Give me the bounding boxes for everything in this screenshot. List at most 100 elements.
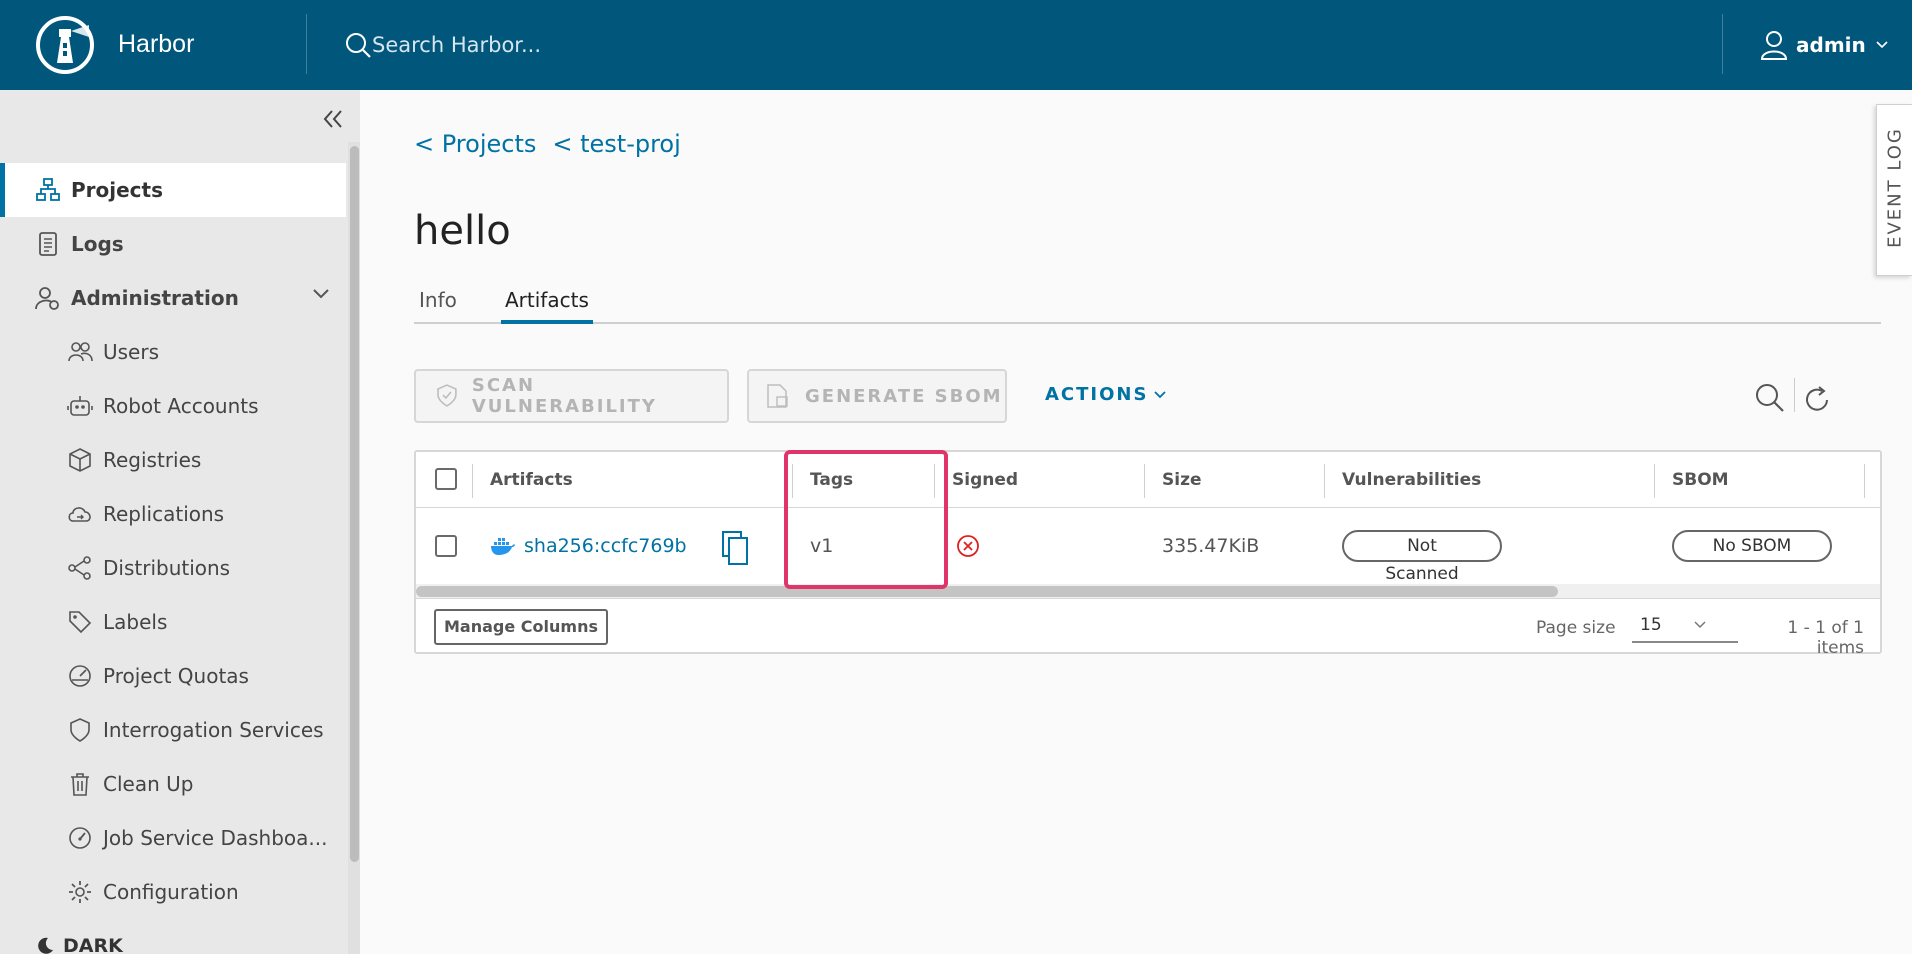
sidebar-item-robot-accounts[interactable]: Robot Accounts: [0, 379, 346, 433]
sidebar-item-projects[interactable]: Projects: [0, 163, 346, 217]
sidebar-item-label: Configuration: [103, 880, 239, 904]
column-separator: [1144, 464, 1145, 498]
page-title: hello: [414, 208, 511, 254]
vulnerabilities-cell: Not Scanned: [1342, 508, 1502, 584]
grid-hscroll-thumb[interactable]: [416, 586, 1558, 597]
column-header-signed[interactable]: Signed: [952, 452, 1018, 508]
sbom-cell: No SBOM: [1672, 508, 1832, 584]
column-separator: [934, 464, 935, 498]
chevron-down-icon: [313, 289, 329, 299]
sidebar-item-interrogation-services[interactable]: Interrogation Services: [0, 703, 346, 757]
user-menu[interactable]: admin: [1760, 26, 1888, 64]
actions-dropdown[interactable]: ACTIONS: [1045, 384, 1167, 405]
sidebar-item-registries[interactable]: Registries: [0, 433, 346, 487]
event-log-tab[interactable]: EVENT LOG: [1876, 104, 1912, 276]
sidebar-item-users[interactable]: Users: [0, 325, 346, 379]
refresh-icon[interactable]: [1802, 384, 1834, 416]
sidebar-item-label: Administration: [71, 286, 239, 310]
sidebar-item-replications[interactable]: Replications: [0, 487, 346, 541]
quotas-icon: [69, 665, 91, 687]
robot-icon: [67, 396, 93, 416]
sidebar-item-label: Labels: [103, 610, 168, 634]
tags-cell[interactable]: v1: [810, 508, 833, 584]
column-separator: [1864, 464, 1865, 498]
users-icon: [68, 342, 93, 362]
registries-icon: [69, 448, 91, 472]
breadcrumb-projects-link[interactable]: < Projects: [414, 130, 536, 158]
harbor-logo-icon[interactable]: [35, 15, 95, 75]
column-separator: [1654, 464, 1655, 498]
sidebar-item-label: Job Service Dashboa...: [103, 826, 328, 850]
collapse-sidebar-icon[interactable]: [318, 104, 348, 134]
column-header-sbom[interactable]: SBOM: [1672, 452, 1729, 508]
tab-bar: Info Artifacts: [414, 282, 1881, 324]
logs-icon: [39, 232, 57, 256]
generate-sbom-button[interactable]: GENERATE SBOM: [747, 369, 1007, 423]
artifact-cell: sha256:ccfc769b: [490, 508, 687, 584]
chevron-down-icon: [1694, 621, 1706, 629]
chevron-down-icon: [1154, 390, 1167, 398]
user-name: admin: [1796, 33, 1866, 57]
administration-icon: [35, 287, 59, 310]
moon-icon: [38, 937, 53, 954]
search-icon[interactable]: [1754, 382, 1786, 414]
sidebar-item-administration[interactable]: Administration: [0, 271, 346, 325]
header-divider: [1722, 14, 1723, 74]
replications-icon: [68, 507, 91, 522]
copy-icon[interactable]: [720, 530, 750, 566]
breadcrumb-project-link[interactable]: < test-proj: [552, 130, 680, 158]
generate-sbom-label: GENERATE SBOM: [805, 385, 1003, 407]
sidebar-item-project-quotas[interactable]: Project Quotas: [0, 649, 346, 703]
column-header-size[interactable]: Size: [1162, 452, 1202, 508]
header-divider: [306, 14, 307, 74]
select-all-checkbox[interactable]: [435, 468, 457, 490]
column-header-artifacts[interactable]: Artifacts: [490, 452, 573, 508]
scan-vulnerability-label: SCAN VULNERABILITY: [471, 375, 657, 417]
theme-toggle[interactable]: DARK: [35, 935, 123, 954]
sidebar-item-logs[interactable]: Logs: [0, 217, 346, 271]
column-header-vulnerabilities[interactable]: Vulnerabilities: [1342, 452, 1481, 508]
column-separator: [1324, 464, 1325, 498]
page-size-value: 15: [1640, 615, 1662, 635]
actions-label: ACTIONS: [1045, 384, 1149, 405]
sidebar-item-label: Registries: [103, 448, 202, 472]
manage-columns-button[interactable]: Manage Columns: [434, 609, 608, 645]
sidebar-item-label: Replications: [103, 502, 225, 526]
app-header: Harbor admin: [0, 0, 1912, 90]
sidebar-scrollbar-thumb[interactable]: [350, 146, 359, 862]
artifact-digest-link[interactable]: sha256:ccfc769b: [524, 535, 687, 557]
column-separator: [792, 464, 793, 498]
sidebar-item-distributions[interactable]: Distributions: [0, 541, 346, 595]
page-size-select[interactable]: 15: [1632, 609, 1738, 643]
sidebar-item-labels[interactable]: Labels: [0, 595, 346, 649]
footer-divider: [416, 598, 1880, 599]
chevron-down-icon: [1876, 41, 1888, 49]
no-sbom-badge[interactable]: No SBOM: [1672, 530, 1832, 562]
sidebar-item-label: Logs: [71, 232, 124, 256]
tab-info[interactable]: Info: [419, 288, 457, 324]
search-input[interactable]: [372, 28, 892, 62]
search-icon[interactable]: [344, 31, 372, 59]
shield-check-icon: [437, 384, 457, 407]
scan-vulnerability-button[interactable]: SCAN VULNERABILITY: [414, 369, 729, 423]
artifacts-grid: Artifacts Tags Signed Size Vulnerabiliti…: [414, 450, 1882, 658]
shield-icon: [70, 718, 90, 742]
sbom-document-icon: [767, 384, 788, 408]
labels-icon: [69, 611, 92, 634]
tab-artifacts[interactable]: Artifacts: [501, 288, 593, 324]
column-header-tags[interactable]: Tags: [810, 452, 853, 508]
sidebar-item-label: Project Quotas: [103, 664, 249, 688]
not-scanned-badge[interactable]: Not Scanned: [1342, 530, 1502, 584]
theme-toggle-label: DARK: [63, 935, 123, 954]
row-checkbox[interactable]: [435, 535, 457, 557]
projects-icon: [36, 178, 60, 201]
event-log-label: EVENT LOG: [1884, 127, 1906, 248]
distributions-icon: [68, 556, 91, 580]
sidebar-item-label: Distributions: [103, 556, 231, 580]
sidebar-item-clean-up[interactable]: Clean Up: [0, 757, 346, 811]
sidebar-item-configuration[interactable]: Configuration: [0, 865, 346, 919]
toolbar-divider: [1794, 378, 1795, 412]
brand-name[interactable]: Harbor: [118, 30, 194, 59]
sidebar-item-job-service-dashboard[interactable]: Job Service Dashboa...: [0, 811, 346, 865]
sidebar-item-label: Clean Up: [103, 772, 194, 796]
